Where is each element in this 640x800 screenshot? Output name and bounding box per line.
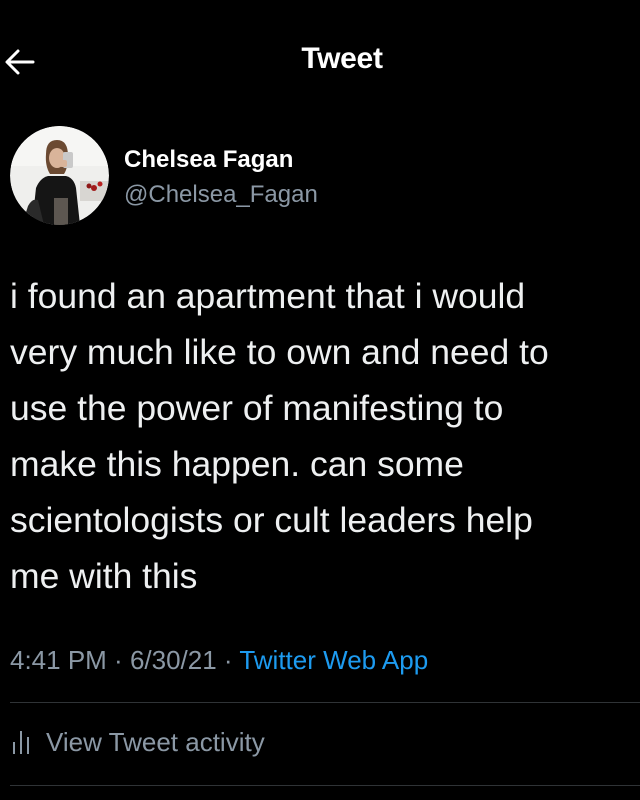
tweet-author: Chelsea Fagan @Chelsea_Fagan: [10, 126, 630, 226]
tweet-time: 4:41 PM: [10, 645, 107, 675]
tweet-meta: 4:41 PM · 6/30/21 · Twitter Web App: [10, 645, 428, 676]
page-title: Tweet: [301, 42, 383, 75]
view-tweet-activity-label: View Tweet activity: [46, 726, 265, 757]
author-name[interactable]: Chelsea Fagan: [124, 146, 293, 174]
bar-chart-icon: [13, 731, 29, 754]
view-tweet-activity-button[interactable]: View Tweet activity: [10, 722, 265, 762]
tweet-text: i found an apartment that i would very m…: [10, 276, 549, 596]
top-bar: Tweet: [0, 0, 640, 120]
tweet-date: 6/30/21: [129, 645, 217, 675]
avatar[interactable]: [10, 126, 109, 225]
tweet-source-link[interactable]: Twitter Web App: [239, 645, 428, 675]
meta-separator: ·: [106, 645, 130, 675]
author-handle[interactable]: @Chelsea_Fagan: [124, 181, 318, 209]
meta-separator: ·: [216, 645, 240, 675]
divider: [10, 702, 640, 703]
profile-photo: [10, 126, 109, 225]
divider: [10, 785, 640, 786]
